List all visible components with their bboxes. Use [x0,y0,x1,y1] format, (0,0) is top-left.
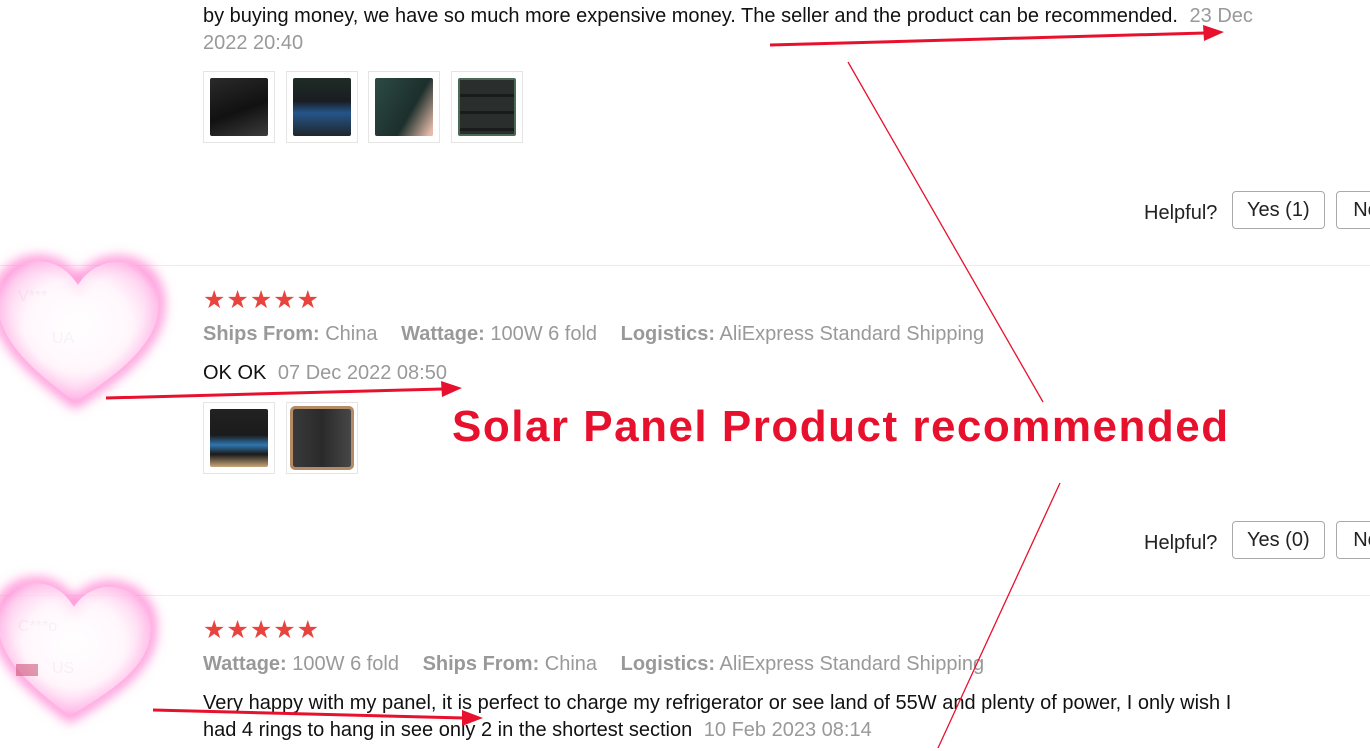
helpful-yes-button[interactable]: Yes (0) [1232,521,1325,559]
review-text-line-1: Very happy with my panel, it is perfect … [203,692,1232,714]
helpful-yes-button[interactable]: Yes (1) [1232,191,1325,229]
review-meta: Ships From: China Wattage: 100W 6 fold L… [203,323,1002,346]
annotation-title: Solar Panel Product recommended [452,402,1230,451]
review-meta: Wattage: 100W 6 fold Ships From: China L… [203,653,1002,676]
meta-value: 100W 6 fold [292,653,399,675]
meta-value: China [325,323,378,345]
review-photo-3[interactable] [368,71,440,143]
star-rating: ★★★★★ [203,286,321,314]
review-date: 23 Dec [1189,5,1253,27]
review-text: OK OK [203,362,267,384]
review-3-avatar: C***o US [0,588,160,738]
reviewer-country: US [52,660,75,677]
review-date: 07 Dec 2022 08:50 [277,362,447,384]
reviewer-country: UA [52,330,75,347]
review-text-line-2: had 4 rings to hang in see only 2 in the… [203,719,693,741]
star-rating: ★★★★★ [203,616,321,644]
review-1-text-block: by buying money, we have so much more ex… [203,3,1293,57]
review-divider [0,265,1370,266]
review-photo-1[interactable] [203,402,275,474]
review-divider [0,595,1370,596]
meta-value: 100W 6 fold [490,323,598,345]
review-text: by buying money, we have so much more ex… [203,5,1178,27]
meta-label: Logistics: [620,653,716,675]
review-2-text-block: OK OK 07 Dec 2022 08:50 [203,360,447,387]
meta-value: China [544,653,598,675]
reviewer-name: V*** [18,288,48,305]
helpful-label: Helpful? [1144,202,1218,224]
review-photo-2[interactable] [286,71,358,143]
meta-label: Logistics: [620,323,716,345]
review-3-text-block: Very happy with my panel, it is perfect … [203,690,1323,744]
meta-label: Ships From: [203,323,320,345]
helpful-no-button[interactable]: No [1336,191,1370,229]
review-date: 10 Feb 2023 08:14 [703,719,872,741]
helpful-no-button[interactable]: No [1336,521,1370,559]
reviewer-name: C***o [18,618,58,635]
meta-label: Ships From: [422,653,540,675]
helpful-label: Helpful? [1144,532,1218,554]
meta-label: Wattage: [203,653,287,675]
review-photo-1[interactable] [203,71,275,143]
review-date-continued: 2022 20:40 [203,32,304,54]
meta-value: AliExpress Standard Shipping [719,323,985,345]
meta-value: AliExpress Standard Shipping [719,653,985,675]
review-photo-2[interactable] [286,402,358,474]
meta-label: Wattage: [401,323,485,345]
review-2-avatar: V*** UA [0,258,165,408]
review-photo-4[interactable] [451,71,523,143]
annotation-line [847,61,1044,403]
